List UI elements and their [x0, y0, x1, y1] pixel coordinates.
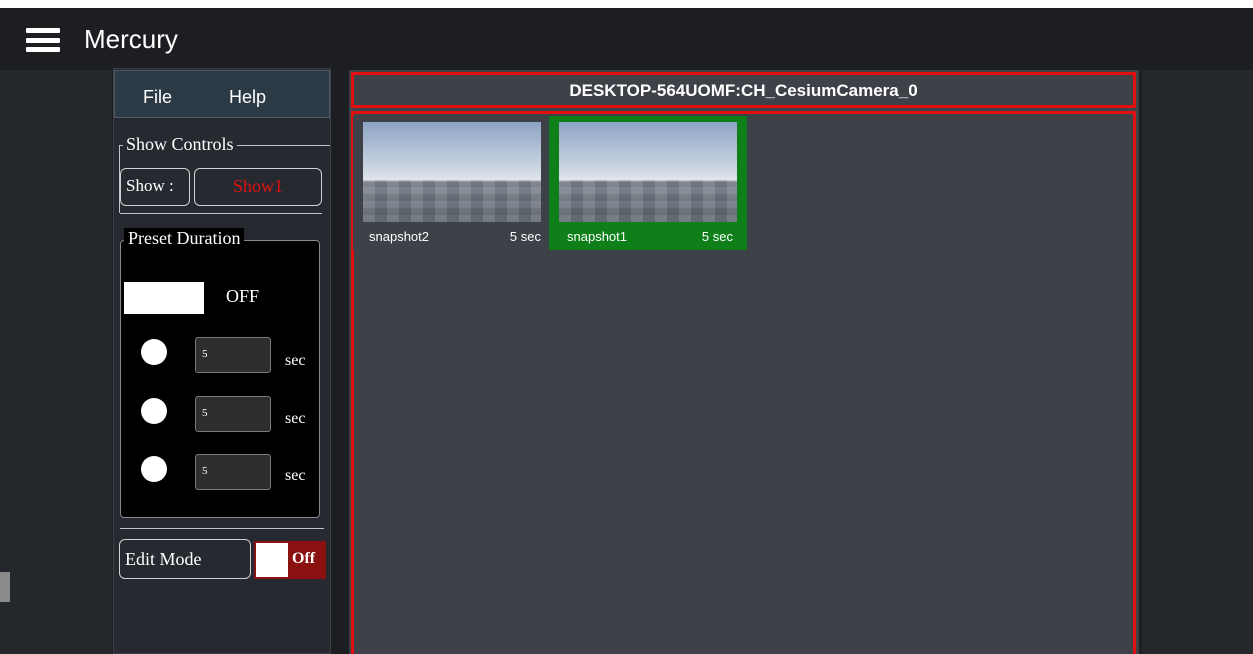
snapshot-thumbnail [559, 122, 737, 222]
camera-header: DESKTOP-564UOMF:CH_CesiumCamera_0 [351, 72, 1136, 108]
app-title: Mercury [84, 24, 178, 54]
preset-off-toggle[interactable] [124, 282, 204, 314]
show-controls-legend: Show Controls [123, 134, 237, 155]
left-gutter [0, 70, 112, 654]
show-label: Show : [120, 168, 190, 206]
edit-mode-toggle-text: Off [292, 550, 316, 567]
toggle-knob [256, 543, 288, 577]
camera-title: DESKTOP-564UOMF:CH_CesiumCamera_0 [569, 81, 918, 100]
show-select[interactable]: Show1 [194, 168, 322, 206]
snapshot-name: snapshot1 [567, 229, 627, 244]
snapshot-duration: 5 sec [701, 229, 733, 244]
preset-radio-2[interactable] [141, 398, 167, 424]
snapshot-duration: 5 sec [509, 229, 541, 244]
hamburger-menu-icon[interactable] [26, 28, 60, 52]
gutter-marker [0, 572, 10, 602]
preset-radio-1[interactable] [141, 339, 167, 365]
menu-file[interactable]: File [143, 87, 172, 108]
preset-off-label: OFF [226, 286, 260, 306]
preset-duration-input-1[interactable]: 5 [195, 337, 271, 373]
right-gutter [1142, 70, 1253, 654]
preset-duration-legend: Preset Duration [124, 228, 245, 249]
show-controls-divider [120, 213, 322, 214]
preset-divider [120, 528, 324, 529]
snapshot-name: snapshot2 [369, 229, 429, 244]
menu-help[interactable]: Help [229, 87, 266, 108]
preset-radio-3[interactable] [141, 456, 167, 482]
snapshot-card[interactable]: snapshot2 5 sec [353, 116, 549, 250]
snapshot-card-selected[interactable]: snapshot1 5 sec [549, 116, 747, 250]
edit-mode-button[interactable]: Edit Mode [119, 539, 251, 579]
preset-unit-3: sec [285, 467, 306, 484]
preset-duration-input-3[interactable]: 5 [195, 454, 271, 490]
top-bar: Mercury [0, 0, 1253, 70]
top-edge [0, 0, 1253, 8]
preset-duration-input-2[interactable]: 5 [195, 396, 271, 432]
preset-unit-1: sec [285, 352, 306, 369]
snapshot-thumbnail [363, 122, 541, 222]
preset-unit-2: sec [285, 410, 306, 427]
edit-mode-toggle[interactable]: Off [254, 541, 326, 579]
menu-bar: File Help [114, 70, 330, 118]
